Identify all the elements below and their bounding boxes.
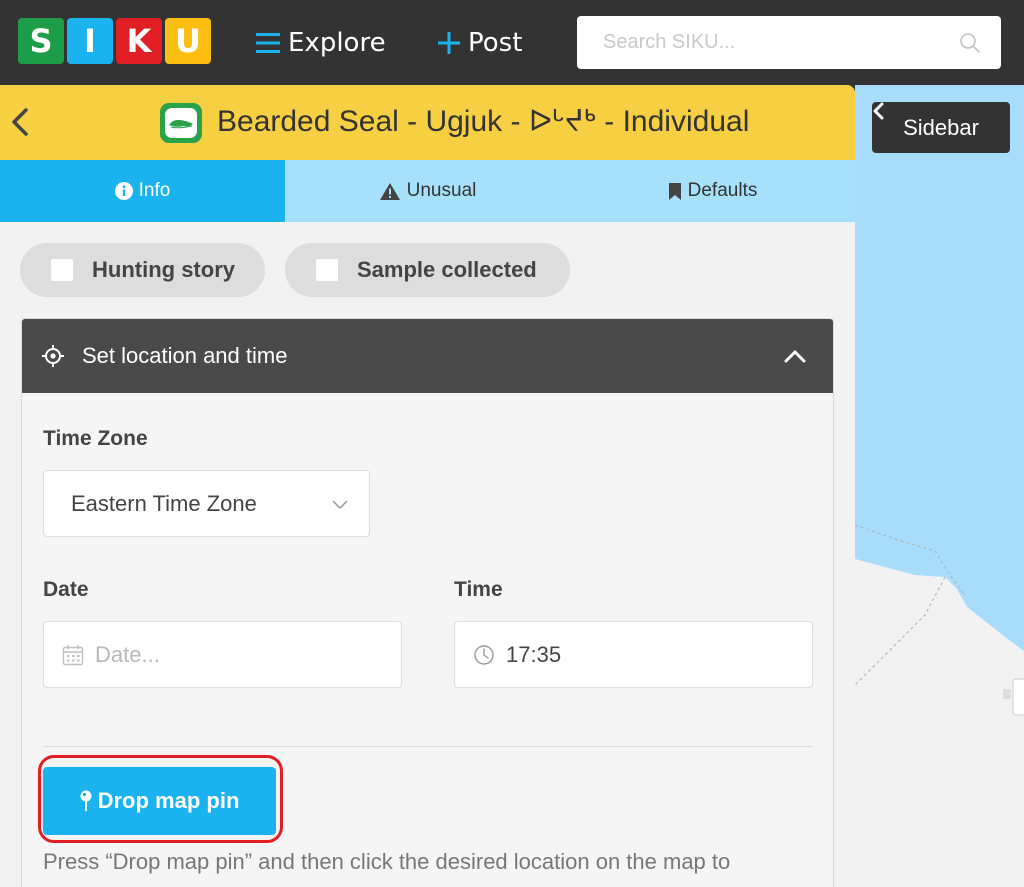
warning-icon [379, 182, 400, 200]
location-time-header[interactable]: Set location and time [22, 319, 833, 393]
location-time-title: Set location and time [82, 343, 288, 368]
date-label: Date [43, 578, 89, 601]
time-label: Time [454, 578, 503, 601]
hunting-story-label: Hunting story [92, 257, 235, 282]
logo-tile-k: K [116, 18, 162, 64]
logo-tile-u: U [165, 18, 211, 64]
page-title: Bearded Seal - Ugjuk - ᐅᒡᔪᒃ - Individual [217, 105, 750, 138]
map-land-shape [855, 524, 1024, 887]
sample-collected-label: Sample collected [357, 257, 537, 282]
chevron-left-icon [12, 108, 28, 136]
search-icon[interactable] [959, 32, 981, 54]
hunting-story-checkbox[interactable] [51, 259, 73, 281]
panel-header: Bearded Seal - Ugjuk - ᐅᒡᔪᒃ - Individual [0, 85, 855, 160]
panel-tabs: Info Unusual Defaults [0, 160, 855, 222]
chevron-down-icon [332, 500, 348, 510]
date-field[interactable]: Date... [43, 621, 402, 688]
sidebar-label: Sidebar [903, 114, 979, 140]
chevron-up-icon[interactable] [783, 347, 807, 365]
tab-unusual-label: Unusual [406, 180, 477, 201]
time-zone-value: Eastern Time Zone [71, 491, 257, 516]
clock-icon [474, 645, 494, 665]
observation-panel: Bearded Seal - Ugjuk - ᐅᒡᔪᒃ - Individual… [0, 85, 855, 887]
drop-map-pin-button[interactable]: Drop map pin [43, 767, 276, 835]
time-field[interactable]: 17:35 [454, 621, 813, 688]
chevron-left-icon [873, 102, 884, 120]
sidebar-toggle-button[interactable]: Sidebar [872, 102, 1010, 153]
search-input[interactable] [577, 16, 1001, 69]
sample-collected-checkbox[interactable] [316, 259, 338, 281]
search-box [577, 16, 1001, 69]
location-time-card: Set location and time Time Zone Eastern … [21, 318, 834, 887]
map-pin-icon [80, 790, 92, 811]
tab-defaults-label: Defaults [687, 180, 758, 201]
card-divider [43, 746, 813, 747]
date-placeholder: Date... [95, 642, 160, 667]
top-navigation-bar: S I K U Explore Post [0, 0, 1024, 85]
time-zone-label: Time Zone [43, 427, 148, 450]
info-icon [114, 182, 133, 200]
tab-info-label: Info [138, 180, 171, 201]
time-value: 17:35 [506, 642, 562, 667]
drop-pin-help-text: Press “Drop map pin” and then click the … [43, 849, 731, 874]
logo-tile-i: I [67, 18, 113, 64]
drop-map-pin-label: Drop map pin [97, 788, 240, 813]
plus-icon [438, 32, 460, 54]
explore-nav-link[interactable]: Explore [256, 24, 386, 62]
post-nav-link[interactable]: Post [438, 24, 522, 62]
hamburger-menu-icon [256, 32, 280, 54]
tab-info[interactable]: Info [0, 160, 285, 222]
tab-defaults[interactable]: Defaults [570, 160, 855, 222]
back-button[interactable] [10, 105, 34, 139]
post-label: Post [468, 28, 523, 58]
calendar-icon [62, 645, 84, 666]
logo-tile-s: S [18, 18, 64, 64]
time-zone-select[interactable]: Eastern Time Zone [43, 470, 370, 537]
bookmark-icon [668, 182, 681, 200]
map-view[interactable]: Sidebar [855, 85, 1024, 887]
crosshair-icon [42, 345, 64, 367]
siku-logo[interactable]: S I K U [18, 18, 211, 64]
hunting-story-toggle[interactable]: Hunting story [20, 243, 265, 297]
explore-label: Explore [288, 28, 386, 58]
sample-collected-toggle[interactable]: Sample collected [285, 243, 570, 297]
tab-unusual[interactable]: Unusual [285, 160, 570, 222]
bearded-seal-icon [160, 103, 202, 143]
